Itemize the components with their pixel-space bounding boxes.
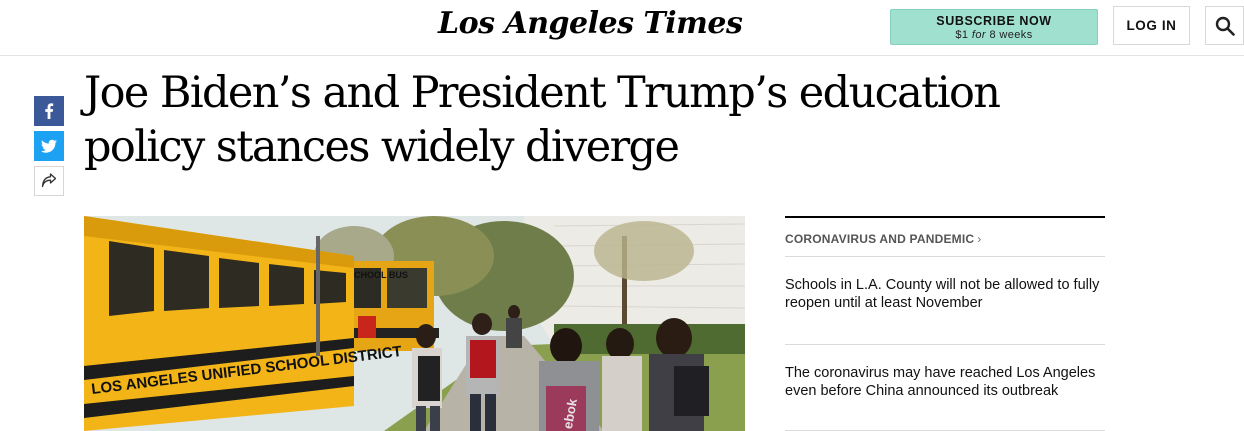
- subscribe-for: for: [971, 29, 986, 41]
- subscribe-duration: 8 weeks: [989, 29, 1033, 41]
- chevron-right-icon: ›: [977, 232, 982, 246]
- article-lead-photo: SCHOOL BUS LOS ANGELES UNIFIED SCHOOL DI…: [84, 216, 745, 431]
- facebook-icon: [45, 103, 54, 119]
- subscribe-label: SUBSCRIBE NOW: [936, 14, 1052, 28]
- subscribe-offer: $1 for 8 weeks: [891, 29, 1097, 41]
- related-story-link[interactable]: Schools in L.A. County will not be allow…: [785, 257, 1105, 345]
- twitter-icon: [41, 139, 57, 153]
- section-label-text: CORONAVIRUS AND PANDEMIC: [785, 232, 975, 246]
- share-arrow-icon: [41, 173, 57, 188]
- section-link-coronavirus[interactable]: CORONAVIRUS AND PANDEMIC ›: [785, 218, 1105, 257]
- subscribe-button[interactable]: SUBSCRIBE NOW $1 for 8 weeks: [890, 9, 1098, 45]
- bus-sign-text: SCHOOL BUS: [348, 270, 408, 280]
- school-bus-photo-illustration: SCHOOL BUS LOS ANGELES UNIFIED SCHOOL DI…: [84, 216, 745, 431]
- login-button[interactable]: LOG IN: [1113, 6, 1190, 45]
- more-share-button[interactable]: [34, 166, 64, 196]
- twitter-share-button[interactable]: [34, 131, 64, 161]
- subscribe-price: $1: [955, 29, 969, 41]
- search-icon: [1215, 16, 1235, 36]
- related-stories-rail: CORONAVIRUS AND PANDEMIC › Schools in L.A…: [785, 216, 1105, 431]
- related-story-link[interactable]: The coronavirus may have reached Los Ang…: [785, 345, 1105, 431]
- facebook-share-button[interactable]: [34, 96, 64, 126]
- top-navigation-bar: Los Angeles Times SUBSCRIBE NOW $1 for 8…: [0, 0, 1244, 56]
- search-button[interactable]: [1205, 6, 1244, 45]
- site-logo[interactable]: Los Angeles Times: [438, 6, 743, 41]
- article-headline: Joe Biden’s and President Trump’s educat…: [84, 68, 1001, 172]
